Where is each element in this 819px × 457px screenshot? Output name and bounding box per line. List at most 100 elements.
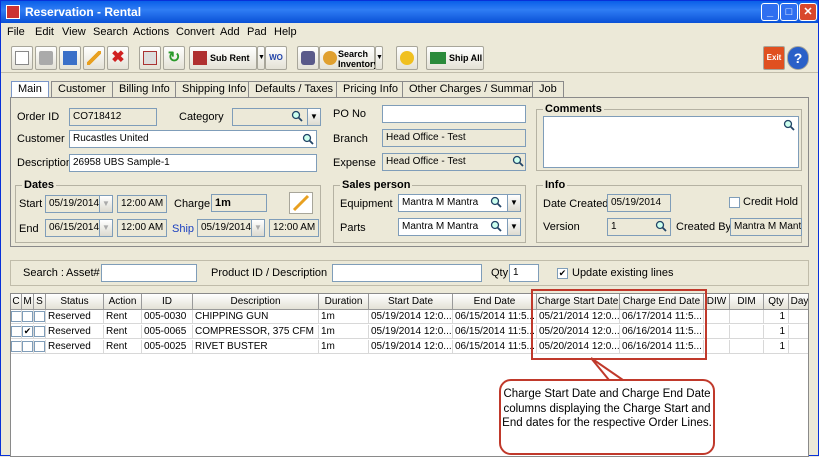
row-s-checkbox[interactable]: [34, 325, 46, 339]
update-existing-lines-checkbox[interactable]: ✔: [557, 268, 568, 279]
work-order-button[interactable]: WO: [265, 46, 287, 70]
col-header-c[interactable]: C: [11, 294, 22, 310]
row-s-checkbox[interactable]: [34, 340, 46, 354]
menu-view[interactable]: View: [62, 26, 86, 38]
parts-dropdown-button[interactable]: ▼: [507, 218, 521, 236]
product-search-input[interactable]: [332, 264, 482, 282]
col-header-end-date[interactable]: End Date: [453, 294, 537, 310]
ship-label[interactable]: Ship: [172, 223, 194, 235]
row-m-checkbox[interactable]: ✔: [22, 325, 34, 339]
start-date-dropdown[interactable]: ▼: [99, 195, 113, 213]
checkbox[interactable]: ✔: [22, 326, 33, 337]
col-header-diw[interactable]: DIW: [704, 294, 730, 310]
save-button[interactable]: [59, 46, 81, 70]
parts-search-icon[interactable]: [490, 220, 502, 232]
exit-button[interactable]: Exit: [763, 46, 785, 70]
start-time-field[interactable]: 12:00 AM: [117, 195, 167, 213]
row-c-checkbox[interactable]: [11, 310, 22, 324]
checkbox[interactable]: [22, 311, 33, 322]
ship-all-button[interactable]: Ship All: [426, 46, 484, 70]
search-inventory-dropdown[interactable]: ▼: [375, 46, 383, 70]
menu-edit[interactable]: Edit: [35, 26, 54, 38]
col-header-day[interactable]: Day: [789, 294, 808, 310]
col-header-qty[interactable]: Qty: [764, 294, 789, 310]
row-s-checkbox[interactable]: [34, 310, 46, 324]
row-c-checkbox[interactable]: [11, 340, 22, 354]
menu-add[interactable]: Add: [220, 26, 240, 38]
col-header-s[interactable]: S: [34, 294, 46, 310]
tab-billing-info[interactable]: Billing Info: [112, 81, 177, 97]
tab-other-charges-summary[interactable]: Other Charges / Summary: [402, 81, 545, 97]
sub-rent-button[interactable]: Sub Rent: [189, 46, 257, 70]
tab-job[interactable]: Job: [532, 81, 564, 97]
row-c-checkbox[interactable]: [11, 325, 22, 339]
red-x-icon: ✖: [111, 49, 125, 66]
ship-date-dropdown[interactable]: ▼: [251, 219, 265, 237]
col-header-start-date[interactable]: Start Date: [369, 294, 453, 310]
edit-button[interactable]: [83, 46, 105, 70]
category-dropdown-button[interactable]: ▼: [307, 108, 321, 126]
end-time-field[interactable]: 12:00 AM: [117, 219, 167, 237]
checkbox[interactable]: [11, 311, 21, 322]
search-inventory-button[interactable]: Search Inventory: [319, 46, 379, 70]
col-header-m[interactable]: M: [22, 294, 34, 310]
expense-search-icon[interactable]: [512, 155, 524, 167]
maximize-button[interactable]: □: [780, 3, 798, 21]
tab-main[interactable]: Main: [11, 81, 49, 98]
charge-edit-button[interactable]: [289, 192, 313, 214]
qty-input[interactable]: 1: [509, 264, 539, 282]
checkbox[interactable]: [11, 341, 21, 352]
asset-search-input[interactable]: [101, 264, 197, 282]
minimize-button[interactable]: _: [761, 3, 779, 21]
equipment-dropdown-button[interactable]: ▼: [507, 194, 521, 212]
sub-rent-dropdown[interactable]: ▼: [257, 46, 265, 70]
close-button[interactable]: ✕: [799, 3, 817, 21]
tape-button[interactable]: [297, 46, 319, 70]
tab-pricing-info[interactable]: Pricing Info: [336, 81, 406, 97]
menu-file[interactable]: File: [7, 26, 25, 38]
category-search-icon[interactable]: [291, 110, 303, 122]
calculator-button[interactable]: [139, 46, 161, 70]
version-search-icon[interactable]: [655, 220, 667, 232]
credit-hold-checkbox[interactable]: [729, 197, 740, 208]
help-button[interactable]: ?: [787, 46, 809, 70]
menu-actions[interactable]: Actions: [133, 26, 169, 38]
new-document-button[interactable]: [11, 46, 33, 70]
customer-field[interactable]: Rucastles United: [69, 130, 317, 148]
po-no-field[interactable]: [382, 105, 526, 123]
menu-convert[interactable]: Convert: [176, 26, 215, 38]
col-header-description[interactable]: Description: [193, 294, 319, 310]
smiley-button[interactable]: [396, 46, 418, 70]
tab-shipping-info[interactable]: Shipping Info: [175, 81, 254, 97]
checkbox[interactable]: [34, 341, 45, 352]
end-date-dropdown[interactable]: ▼: [99, 219, 113, 237]
row-m-checkbox[interactable]: [22, 310, 34, 324]
comments-search-icon[interactable]: [783, 119, 795, 131]
menu-help[interactable]: Help: [274, 26, 297, 38]
equipment-search-icon[interactable]: [490, 196, 502, 208]
ship-time-field[interactable]: 12:00 AM: [269, 219, 319, 237]
expense-field[interactable]: Head Office - Test: [382, 153, 526, 171]
tab-customer[interactable]: Customer: [51, 81, 113, 97]
description-field[interactable]: 26958 UBS Sample-1: [69, 154, 317, 172]
order-id-field: CO718412: [69, 108, 157, 126]
checkbox[interactable]: [11, 326, 21, 337]
col-header-id[interactable]: ID: [142, 294, 193, 310]
menu-pad[interactable]: Pad: [247, 26, 267, 38]
print-button[interactable]: [35, 46, 57, 70]
comments-field[interactable]: [543, 116, 799, 168]
col-header-dim[interactable]: DIM: [730, 294, 764, 310]
col-header-action[interactable]: Action: [104, 294, 142, 310]
checkbox[interactable]: [22, 341, 33, 352]
refresh-button[interactable]: ↻: [163, 46, 185, 70]
menu-search[interactable]: Search: [93, 26, 128, 38]
customer-search-icon[interactable]: [302, 133, 314, 145]
checkbox[interactable]: [34, 326, 45, 337]
tab-defaults-taxes[interactable]: Defaults / Taxes: [248, 81, 341, 97]
col-header-status[interactable]: Status: [46, 294, 104, 310]
row-m-checkbox[interactable]: [22, 340, 34, 354]
pencil-icon: [87, 51, 101, 65]
checkbox[interactable]: [34, 311, 45, 322]
delete-button[interactable]: ✖: [107, 46, 129, 70]
col-header-duration[interactable]: Duration: [319, 294, 369, 310]
